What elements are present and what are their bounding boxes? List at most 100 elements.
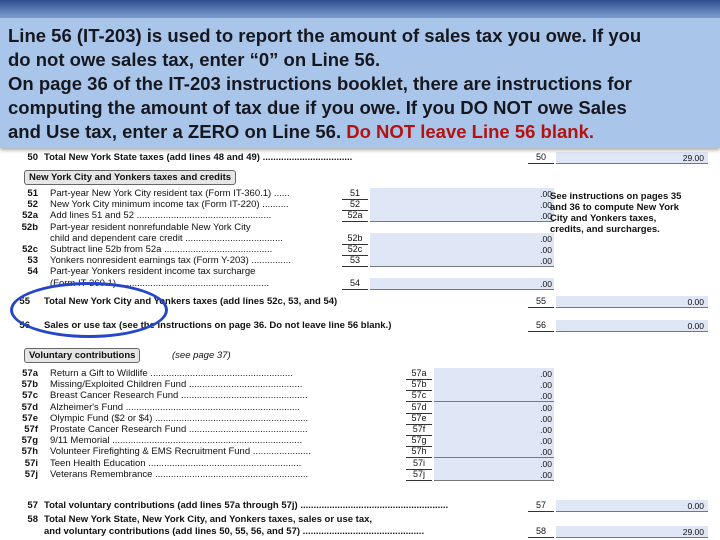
line-amount: .00 [540,413,552,424]
line-label: 57h [406,446,432,459]
line-amount: .00 [540,436,552,447]
form-line-row: 57e Olympic Fund ($2 or $4) .............… [0,412,554,425]
line-description: Missing/Exploited Children Fund ........… [50,379,303,391]
line-amount: .00 [540,458,552,469]
line-number: 52a [22,210,38,222]
line-number: 57j [24,468,38,480]
voluntary-see-page: (see page 37) [172,350,231,361]
line-description: 9/11 Memorial ..........................… [50,435,303,447]
line-number: 57d [21,401,38,413]
line-number: 54 [27,266,38,278]
line-description: Total New York State, New York City, and… [44,514,373,525]
line-label: 57f [406,424,432,436]
line-number: 57 [27,500,38,511]
line-number: 52b [21,221,38,233]
form-line-row: child and dependent care credit ........… [0,232,554,245]
line-label: 56 [528,320,554,332]
line-description: Return a Gift to Wildlife ..............… [50,368,293,379]
line-amount: .00 [540,233,552,244]
note-line: City and Yonkers taxes, [550,213,657,224]
nyc-section-header: New York City and Yonkers taxes and cred… [24,170,237,185]
tax-form: 50 Total New York State taxes (add lines… [0,148,720,540]
line-amount: 0.00 [687,297,704,307]
callout-line-4: computing the amount of tax due if you o… [8,97,627,118]
form-line-row: 52 New York City minimum income tax (Form… [0,199,554,212]
line-label: 50 [528,152,554,164]
callout-line-5-text: and Use tax, enter a ZERO on Line 56. [8,121,347,142]
note-line: and 36 to compute New York [550,202,679,213]
form-line-row: 51 Part-year New York City resident tax (… [0,188,554,200]
line-amount: .00 [540,200,552,211]
line-amount: 0.00 [687,321,704,331]
line-description: Teen Health Education ..................… [50,457,302,469]
line-number: 57f [24,424,38,435]
line-label: 57e [406,413,432,425]
line-number: 57c [22,390,38,402]
form-line-row: 54 Part-year Yonkers resident income tax … [0,266,540,278]
line-description: Prostate Cancer Research Fund ..........… [50,424,308,435]
line-number: 57e [22,412,38,424]
line-amount: .00 [540,469,552,480]
line-description: New York City minimum income tax (Form I… [50,199,289,211]
voluntary-section-header: Voluntary contributions [24,348,141,363]
line-amount: .00 [540,425,552,435]
line-description: child and dependent care credit ........… [50,232,283,244]
line-amount: .00 [540,391,552,402]
form-line-row: 57f Prostate Cancer Research Fund .......… [0,424,554,436]
line-number: 57b [21,379,38,391]
line-58-row: 58 Total New York State, New York City, … [0,514,720,540]
line-number: 57i [24,457,38,469]
line-label: 57g [406,435,432,448]
line-description: Add lines 51 and 52 ....................… [50,210,272,222]
line-label: 57i [406,458,432,470]
line-57-row: 57 Total voluntary contributions (add li… [0,500,720,512]
form-line-row: 57d Alzheimer's Fund ....................… [0,401,554,414]
line-number: 51 [27,188,38,199]
line-amount: 29.00 [682,153,704,163]
line-amount: .00 [540,402,552,413]
line-label: 57d [406,402,432,414]
line-label: 52b [342,233,368,245]
line-label: 53 [342,255,368,268]
line-label: 57b [406,379,432,392]
line-description: Total voluntary contributions (add lines… [44,500,449,511]
line-amount: .00 [540,245,552,255]
line-description: Veterans Remembrance ...................… [50,468,309,480]
line-number: 53 [27,255,38,267]
line-description: Total New York State taxes (add lines 48… [44,152,353,163]
header-bar [0,0,720,18]
line-number: 57a [22,368,38,379]
form-line-row: 53 Yonkers nonresident earnings tax (Form… [0,255,554,268]
line-amount: 29.00 [682,527,704,537]
line-description: Alzheimer's Fund .......................… [50,401,300,413]
line-description: Breast Cancer Research Fund ............… [50,390,308,402]
line-amount: .00 [540,369,552,379]
line-description: Part-year resident nonrefundable New Yor… [50,221,251,233]
line-number: 57h [21,446,38,458]
form-line-row: 52b Part-year resident nonrefundable New … [0,222,540,234]
line-amount: .00 [540,211,552,222]
line-number: 52 [27,199,38,211]
form-line-row: 52a Add lines 51 and 52 .................… [0,210,554,223]
line-amount: .00 [540,256,552,267]
line-description-cont: and voluntary contributions (add lines 5… [44,526,425,537]
line-description: Subtract line 52b from 52a .............… [50,244,273,255]
line-description: Part-year Yonkers resident income tax su… [50,266,256,278]
form-line-row: 57j Veterans Remembrance ................… [0,468,554,481]
line-description: Yonkers nonresident earnings tax (Form Y… [50,255,291,267]
line-number: 52c [22,244,38,255]
line-description: Volunteer Firefighting & EMS Recruitment… [50,446,311,458]
line-label: 51 [342,188,368,200]
instruction-callout: Line 56 (IT-203) is used to report the a… [0,18,720,148]
line-amount: .00 [540,189,552,199]
line-50-row: 50 Total New York State taxes (add lines… [0,152,720,164]
form-line-row: 57h Volunteer Firefighting & EMS Recruitm… [0,446,554,459]
line-amount: .00 [540,380,552,391]
line-label: 52a [342,210,368,223]
form-line-row: 57c Breast Cancer Research Fund .........… [0,390,554,403]
line-amount: 0.00 [687,501,704,511]
form-line-row: 57g 9/11 Memorial .......................… [0,435,554,448]
note-line: See instructions on pages 35 [550,191,682,202]
note-line: credits, and surcharges. [550,224,660,235]
line-number: 50 [27,152,38,163]
